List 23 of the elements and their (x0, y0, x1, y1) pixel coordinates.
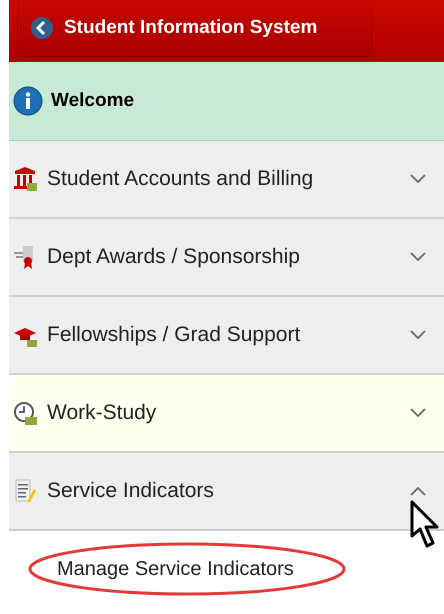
pointer-icon (410, 500, 440, 550)
back-button[interactable]: Student Information System (17, 0, 372, 57)
chevron-down-icon (410, 408, 426, 418)
menu-item[interactable]: Fellowships / Grad Support (9, 297, 444, 375)
chevron-down-icon (410, 330, 426, 340)
menu-item[interactable]: Dept Awards / Sponsorship (9, 219, 444, 297)
menu-item[interactable]: Student Accounts and Billing (9, 141, 444, 219)
menu-label: Service Indicators (47, 478, 215, 504)
welcome-item[interactable]: Welcome (9, 62, 444, 141)
menu-label: Work-Study (47, 400, 158, 426)
menu-item[interactable]: Service Indicators (9, 453, 444, 531)
menu-label: Fellowships / Grad Support (47, 322, 302, 348)
document-icon (13, 479, 37, 503)
chevron-down-icon (410, 174, 426, 184)
back-icon (30, 16, 54, 40)
menu-label: Dept Awards / Sponsorship (47, 244, 301, 270)
chevron-down-icon (410, 252, 426, 262)
menu-label: Student Accounts and Billing (47, 166, 314, 192)
chevron-up-icon (410, 486, 426, 496)
menu-item[interactable]: Work-Study (9, 375, 444, 453)
clock-icon (13, 401, 37, 425)
bank-icon (13, 167, 37, 191)
info-icon (13, 86, 43, 116)
